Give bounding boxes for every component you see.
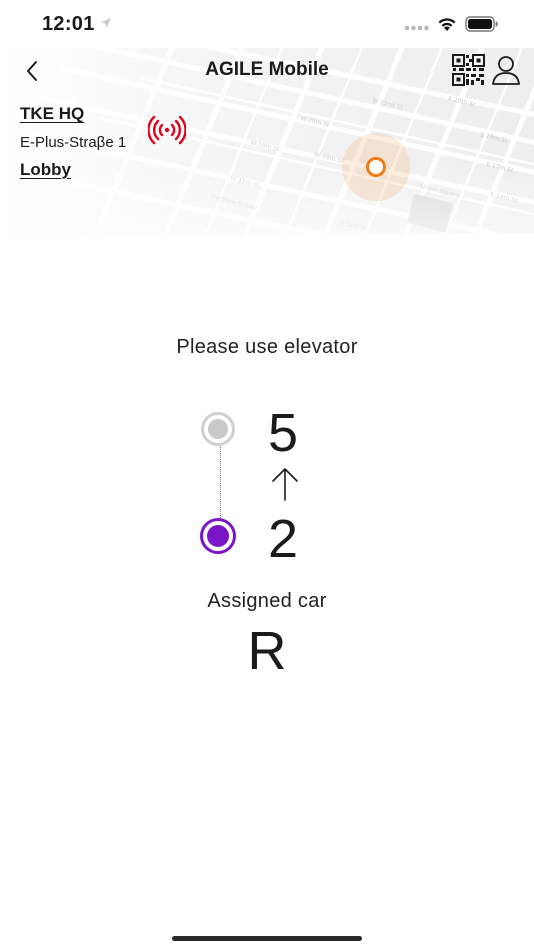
status-time: 12:01 [42,13,95,35]
battery-icon [465,16,498,32]
building-link[interactable]: TKE HQ [20,104,84,124]
nfc-signal-icon [148,115,186,145]
destination-floor-number: 5 [268,403,299,463]
arrow-up-icon [272,468,298,501]
cellular-dots-icon [404,25,429,31]
qr-code-icon[interactable] [452,54,486,86]
current-floor-dot [200,518,236,554]
assigned-car-label: Assigned car [207,590,327,612]
floor-link[interactable]: Lobby [20,160,71,180]
destination-floor-dot [201,412,235,446]
home-indicator[interactable] [172,936,362,941]
app-header: AGILE Mobile [0,48,534,92]
location-arrow-icon [101,18,111,28]
map-marker [366,157,386,177]
elevator-instruction: Please use elevator [176,336,358,358]
street-address: E-Plus-Straβe 1 [20,134,127,151]
assigned-car-value: R [247,621,287,681]
current-floor-number: 2 [268,509,299,569]
status-bar: 12:01 [0,0,534,48]
user-icon[interactable] [490,54,522,86]
wifi-icon [438,18,456,31]
